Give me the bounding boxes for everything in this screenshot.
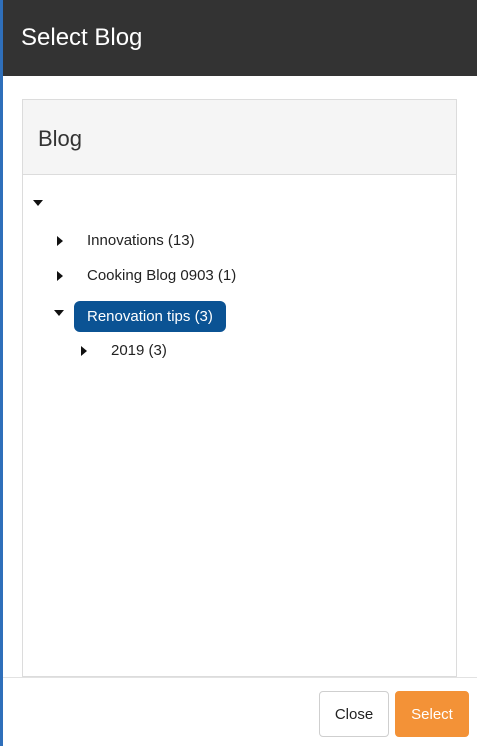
tree-item-cooking-blog[interactable]: Cooking Blog 0903 (1) [57,267,357,299]
tree-item-2019[interactable]: 2019 (3) [81,342,381,374]
dialog-titlebar: Select Blog [3,0,477,76]
tree-item-innovations[interactable]: Innovations (13) [57,232,357,264]
tree-item-renovation-tips[interactable]: Renovation tips (3) [54,301,354,338]
blog-panel: Blog Innovations (13) Cooking Blog 0903 … [22,99,457,677]
tree-item-label[interactable]: Innovations (13) [87,232,195,249]
select-blog-dialog: Select Blog Blog Innovations (13) Cookin… [0,0,477,746]
caret-right-icon[interactable] [81,346,87,356]
tree-item-label-selected[interactable]: Renovation tips (3) [74,301,226,332]
select-button[interactable]: Select [395,691,469,737]
panel-header: Blog [23,100,456,175]
dialog-title: Select Blog [21,24,143,51]
blog-tree: Innovations (13) Cooking Blog 0903 (1) R… [23,174,456,676]
tree-item-label[interactable]: Cooking Blog 0903 (1) [87,267,236,284]
caret-down-icon[interactable] [33,200,43,206]
caret-right-icon[interactable] [57,236,63,246]
tree-item-label[interactable]: 2019 (3) [111,342,167,359]
dialog-footer: Close Select [3,677,477,746]
caret-down-icon[interactable] [54,310,64,316]
panel-title: Blog [38,126,83,151]
tree-root-node[interactable] [33,200,53,230]
close-button[interactable]: Close [319,691,389,737]
caret-right-icon[interactable] [57,271,63,281]
